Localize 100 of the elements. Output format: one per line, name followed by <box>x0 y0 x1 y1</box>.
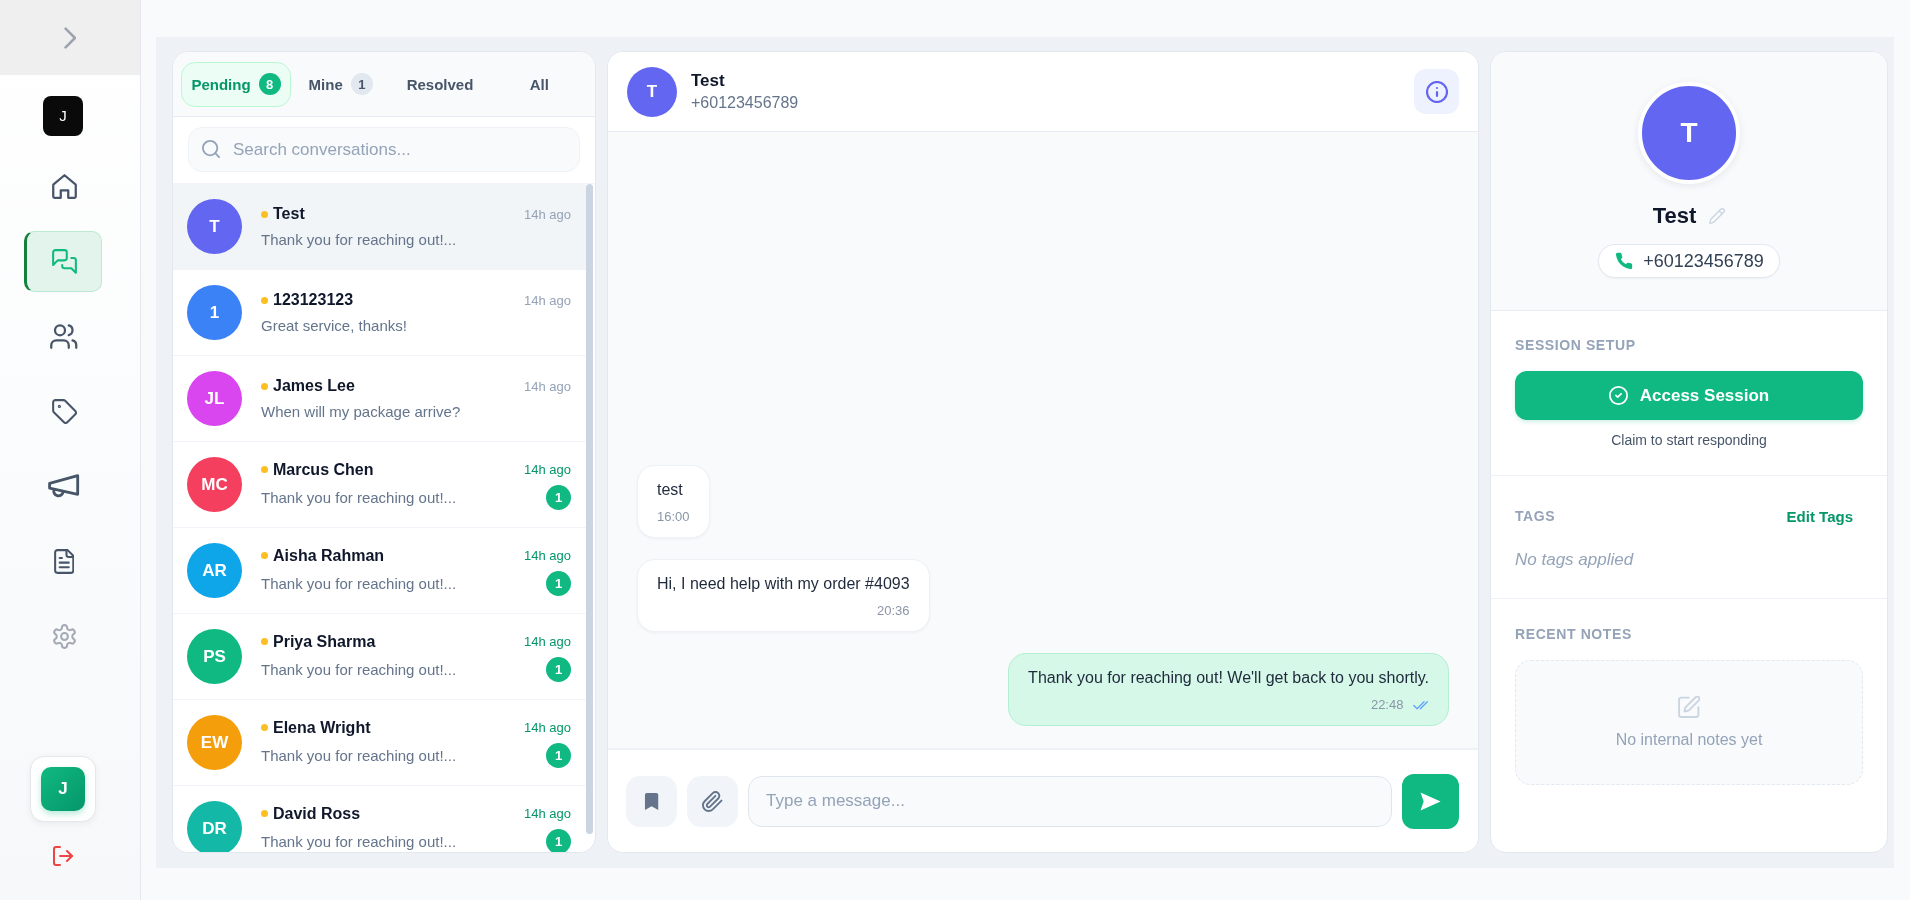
status-dot-icon <box>261 638 268 645</box>
logo: J <box>43 96 83 136</box>
send-icon <box>1419 791 1442 811</box>
empty-tags-text: No tags applied <box>1515 549 1634 571</box>
empty-notes-text: No internal notes yet <box>1615 731 1763 749</box>
count-badge: 1 <box>350 73 373 95</box>
paperclip-icon <box>702 790 723 812</box>
message-input[interactable]: Type a message... <box>748 775 1392 827</box>
message-preview: Great service, thanks! <box>261 316 407 334</box>
filter-tab[interactable]: Pending 8 <box>181 61 291 107</box>
message-preview: Thank you for reaching out!... <box>261 488 457 506</box>
timestamp: 14h ago <box>524 462 571 477</box>
phone-number: +60123456789 <box>1643 250 1764 272</box>
contact-name: James Lee <box>273 377 355 395</box>
avatar: T <box>627 66 677 117</box>
home-icon <box>51 174 77 199</box>
phone-number: +60123456789 <box>691 94 799 112</box>
count-badge: 8 <box>258 73 281 95</box>
filter-tab[interactable]: All <box>489 61 589 107</box>
status-dot-icon <box>261 552 268 559</box>
message-preview: When will my package arrive? <box>261 402 461 420</box>
section-title: TAGS <box>1515 507 1556 525</box>
contact-name: Aisha Rahman <box>273 546 385 565</box>
avatar: MC <box>187 457 242 512</box>
contact-name: Marcus Chen <box>273 460 374 479</box>
conversation-item[interactable]: T Test 14h ago Thank you for reaching out!... <box>173 184 586 270</box>
avatar: JL <box>187 371 242 426</box>
timestamp: 14h ago <box>524 378 571 394</box>
pencil-icon <box>1709 208 1726 224</box>
tag-icon <box>51 399 77 424</box>
status-dot-icon <box>261 810 268 817</box>
settings-icon <box>51 624 77 649</box>
message-time: 20:36 <box>877 603 910 619</box>
contact-name: Test <box>273 205 305 223</box>
message-preview: Thank you for reaching out!... <box>261 660 457 678</box>
sidebar-toggle-button[interactable] <box>0 0 140 75</box>
timestamp: 14h ago <box>524 206 571 222</box>
unread-badge: 1 <box>546 828 571 852</box>
search-field[interactable]: Search conversations... <box>188 127 580 172</box>
avatar: DR <box>187 801 242 852</box>
status-dot-icon <box>261 466 268 473</box>
message-preview: Thank you for reaching out!... <box>261 230 457 248</box>
logout-icon <box>53 846 73 866</box>
info-button[interactable] <box>1414 69 1459 114</box>
contact-name: Test <box>691 71 725 91</box>
logout-button[interactable] <box>53 846 73 866</box>
contact-name: David Ross <box>273 804 361 823</box>
search-icon <box>202 140 220 158</box>
nav-button[interactable] <box>24 231 102 292</box>
timestamp: 14h ago <box>524 548 571 563</box>
chat-bubbles-icon <box>51 249 77 274</box>
contact-name: Priya Sharma <box>273 632 376 651</box>
bookmark-icon <box>643 791 660 811</box>
status-dot-icon <box>261 382 268 390</box>
avatar: AR <box>187 543 242 598</box>
status-dot-icon <box>261 724 268 731</box>
chevron-right-icon <box>63 26 77 49</box>
check-circle-icon <box>1608 386 1628 405</box>
message-text: test <box>657 480 684 500</box>
attach-button[interactable] <box>687 775 738 827</box>
status-dot-icon <box>261 296 268 304</box>
avatar: EW <box>187 715 242 770</box>
contact-name: 123123123 <box>273 291 354 309</box>
unread-badge: 1 <box>546 656 571 682</box>
bookmark-button[interactable] <box>626 775 677 827</box>
section-title: SESSION SETUP <box>1515 336 1636 354</box>
avatar: PS <box>187 629 242 684</box>
unread-badge: 1 <box>546 484 571 510</box>
timestamp: 14h ago <box>524 720 571 735</box>
status-dot-icon <box>261 210 268 218</box>
avatar: 1 <box>187 285 242 340</box>
hint-text: Claim to start responding <box>1611 432 1767 449</box>
unread-badge: 1 <box>546 570 571 596</box>
contact-name: Test <box>1652 203 1697 229</box>
message-preview: Thank you for reaching out!... <box>261 832 457 850</box>
timestamp: 14h ago <box>524 634 571 649</box>
section-title: RECENT NOTES <box>1515 625 1632 643</box>
avatar: T <box>1638 82 1740 184</box>
scrollbar-thumb[interactable] <box>586 184 593 834</box>
message-preview: Thank you for reaching out!... <box>261 574 457 592</box>
filter-tab[interactable]: Mine 1 <box>291 61 391 107</box>
timestamp: 14h ago <box>524 292 571 308</box>
unread-badge: 1 <box>546 742 571 768</box>
contact-name: Elena Wright <box>273 718 371 737</box>
filter-tab[interactable]: Resolved <box>390 61 490 107</box>
send-button[interactable] <box>1402 773 1459 829</box>
message-time: 16:00 <box>657 509 690 525</box>
edit-note-icon <box>1678 696 1700 718</box>
message-text: Hi, I need help with my order #4093 <box>657 574 910 594</box>
document-icon <box>53 549 75 574</box>
user-avatar: J <box>41 767 85 811</box>
edit-tags-link[interactable]: Edit Tags <box>1786 507 1853 525</box>
message-preview: Thank you for reaching out!... <box>261 746 457 764</box>
message-text: Thank you for reaching out! We'll get back to you shortly. <box>1028 668 1429 688</box>
message-time: 22:48 <box>1370 697 1404 713</box>
megaphone-icon <box>48 474 80 499</box>
info-icon <box>1425 80 1448 103</box>
phone-icon <box>1615 252 1634 270</box>
double-check-icon <box>1413 700 1429 710</box>
avatar: T <box>187 199 242 254</box>
